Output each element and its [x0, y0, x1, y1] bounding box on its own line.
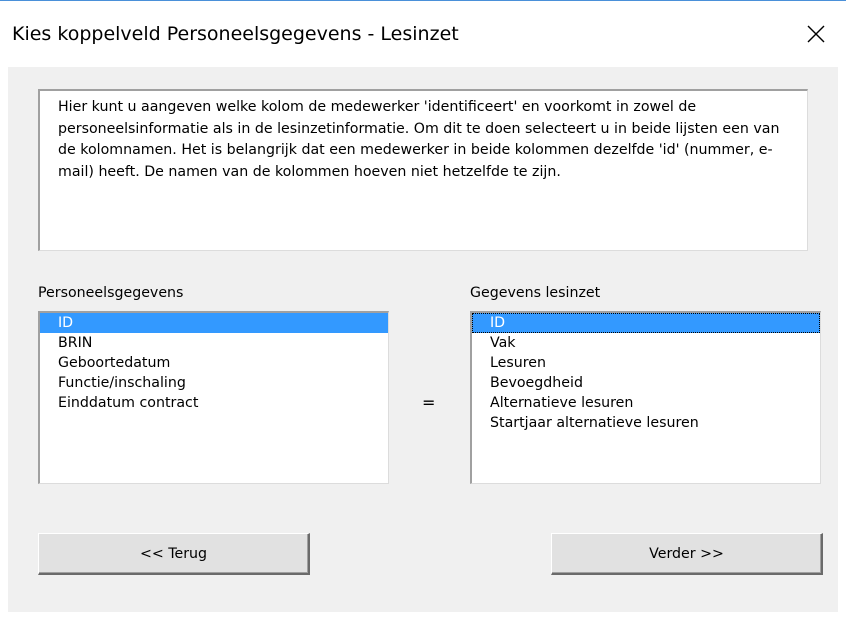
- left-list-items: ID BRIN Geboortedatum Functie/inschaling Ein…: [40, 313, 388, 413]
- list-item[interactable]: Geboortedatum: [40, 353, 388, 373]
- next-button[interactable]: Verder >>: [551, 533, 823, 575]
- close-button[interactable]: [786, 1, 846, 67]
- description-text: Hier kunt u aangeven welke kolom de mede…: [38, 89, 808, 251]
- list-item[interactable]: ID: [472, 313, 820, 333]
- back-button[interactable]: << Terug: [38, 533, 310, 575]
- list-item[interactable]: Startjaar alternatieve lesuren: [472, 413, 820, 433]
- title-bar: Kies koppelveld Personeelsgegevens - Les…: [0, 1, 846, 67]
- personeelsgegevens-listbox[interactable]: ID BRIN Geboortedatum Functie/inschaling Ein…: [38, 311, 389, 484]
- list-item[interactable]: Lesuren: [472, 353, 820, 373]
- right-list-label: Gegevens lesinzet: [470, 285, 601, 301]
- list-item[interactable]: Functie/inschaling: [40, 373, 388, 393]
- list-item[interactable]: Bevoegdheid: [472, 373, 820, 393]
- window-title: Kies koppelveld Personeelsgegevens - Les…: [12, 23, 459, 45]
- gegevens-lesinzet-listbox[interactable]: ID Vak Lesuren Bevoegdheid Alternatieve lesu…: [470, 311, 821, 484]
- dialog-window: Kies koppelveld Personeelsgegevens - Les…: [0, 0, 846, 617]
- list-item[interactable]: Vak: [472, 333, 820, 353]
- left-list-label: Personeelsgegevens: [38, 285, 184, 301]
- list-item[interactable]: BRIN: [40, 333, 388, 353]
- close-icon: [807, 25, 825, 43]
- list-item[interactable]: ID: [40, 313, 388, 333]
- list-item[interactable]: Alternatieve lesuren: [472, 393, 820, 413]
- right-list-items: ID Vak Lesuren Bevoegdheid Alternatieve lesu…: [472, 313, 820, 433]
- equals-sign: =: [422, 393, 436, 412]
- dialog-body: Hier kunt u aangeven welke kolom de mede…: [8, 67, 838, 612]
- list-item[interactable]: Einddatum contract: [40, 393, 388, 413]
